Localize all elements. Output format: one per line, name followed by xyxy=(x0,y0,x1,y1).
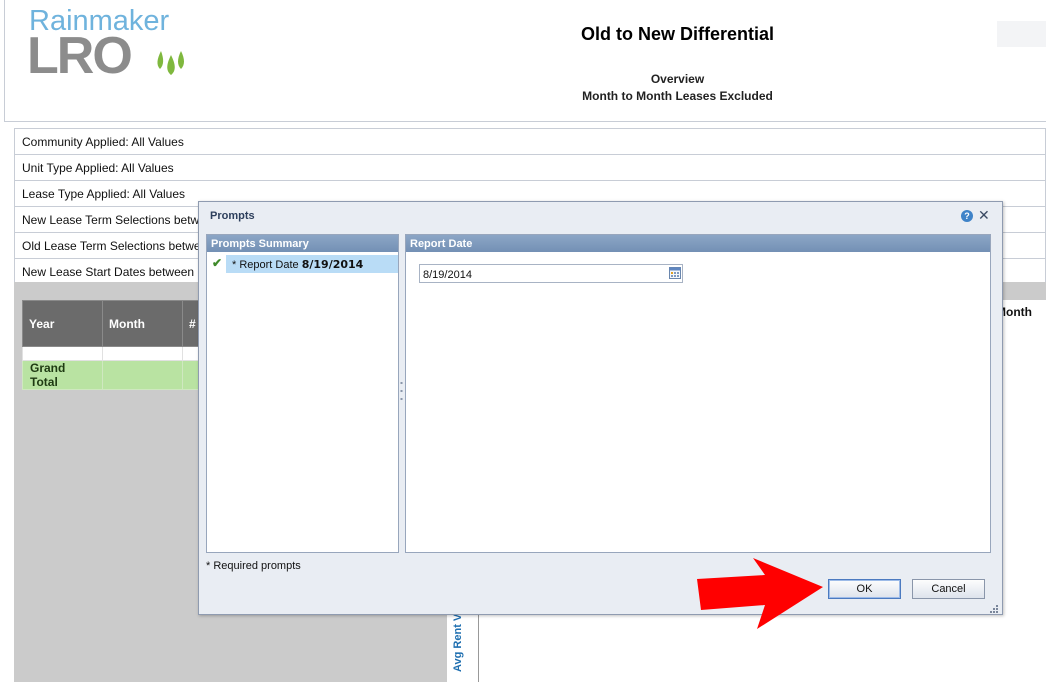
column-header-year: Year xyxy=(22,300,103,347)
table-cell xyxy=(102,346,183,361)
report-table: Year Month # Grand Total xyxy=(22,300,203,390)
calendar-icon[interactable] xyxy=(669,267,681,279)
report-subtitle: Overview xyxy=(650,72,705,86)
table-row xyxy=(22,346,203,361)
report-date-input[interactable] xyxy=(419,264,683,283)
avg-rent-text: Avg Rent V xyxy=(452,613,464,672)
rainmaker-lro-logo: Rainmaker LRO xyxy=(27,5,197,85)
help-icon[interactable]: ? xyxy=(961,210,973,222)
table-header-row: Year Month # xyxy=(22,300,203,347)
logo-line-2: LRO xyxy=(27,27,133,85)
close-icon[interactable]: ✕ xyxy=(978,207,990,223)
grand-total-label: Grand Total xyxy=(22,360,103,390)
column-header-month: Month xyxy=(102,300,183,347)
report-title: Old to New Differential xyxy=(580,24,775,44)
table-cell xyxy=(22,346,103,361)
header-divider xyxy=(4,121,1046,122)
cancel-button[interactable]: Cancel xyxy=(912,579,985,599)
prompts-summary-panel: Prompts Summary ✔ * Report Date 8/19/201… xyxy=(206,234,399,553)
table-cell xyxy=(102,360,183,390)
dialog-title: Prompts xyxy=(210,210,255,222)
filter-row-community: Community Applied: All Values xyxy=(14,128,1046,154)
header-corner-box xyxy=(997,21,1046,47)
summary-item-value: 8/19/2014 xyxy=(301,258,364,271)
grand-total-row: Grand Total xyxy=(22,360,203,390)
prompts-dialog: Prompts ? ✕ Prompts Summary ✔ * Report D… xyxy=(198,201,1003,615)
report-subtitle-2: Month to Month Leases Excluded xyxy=(582,89,773,103)
report-page: Rainmaker LRO Old to New Differential Ov… xyxy=(0,0,1046,682)
logo-drops-icon xyxy=(157,51,184,75)
resize-grip-icon[interactable] xyxy=(989,604,999,614)
report-date-panel: Report Date xyxy=(405,234,991,553)
red-arrow-annotation xyxy=(697,558,823,629)
summary-item-label: * Report Date xyxy=(232,259,299,271)
check-icon: ✔ xyxy=(212,256,223,270)
required-prompts-note: * Required prompts xyxy=(206,560,301,572)
page-left-border xyxy=(4,0,5,122)
panel-splitter-handle[interactable] xyxy=(400,380,403,406)
filter-row-unit-type: Unit Type Applied: All Values xyxy=(14,154,1046,180)
prompt-summary-item-report-date[interactable]: ✔ * Report Date 8/19/2014 xyxy=(207,255,398,273)
ok-button[interactable]: OK xyxy=(828,579,901,599)
report-date-header: Report Date xyxy=(406,235,990,252)
prompts-summary-header: Prompts Summary xyxy=(207,235,398,252)
summary-item-text: * Report Date 8/19/2014 xyxy=(232,258,363,271)
